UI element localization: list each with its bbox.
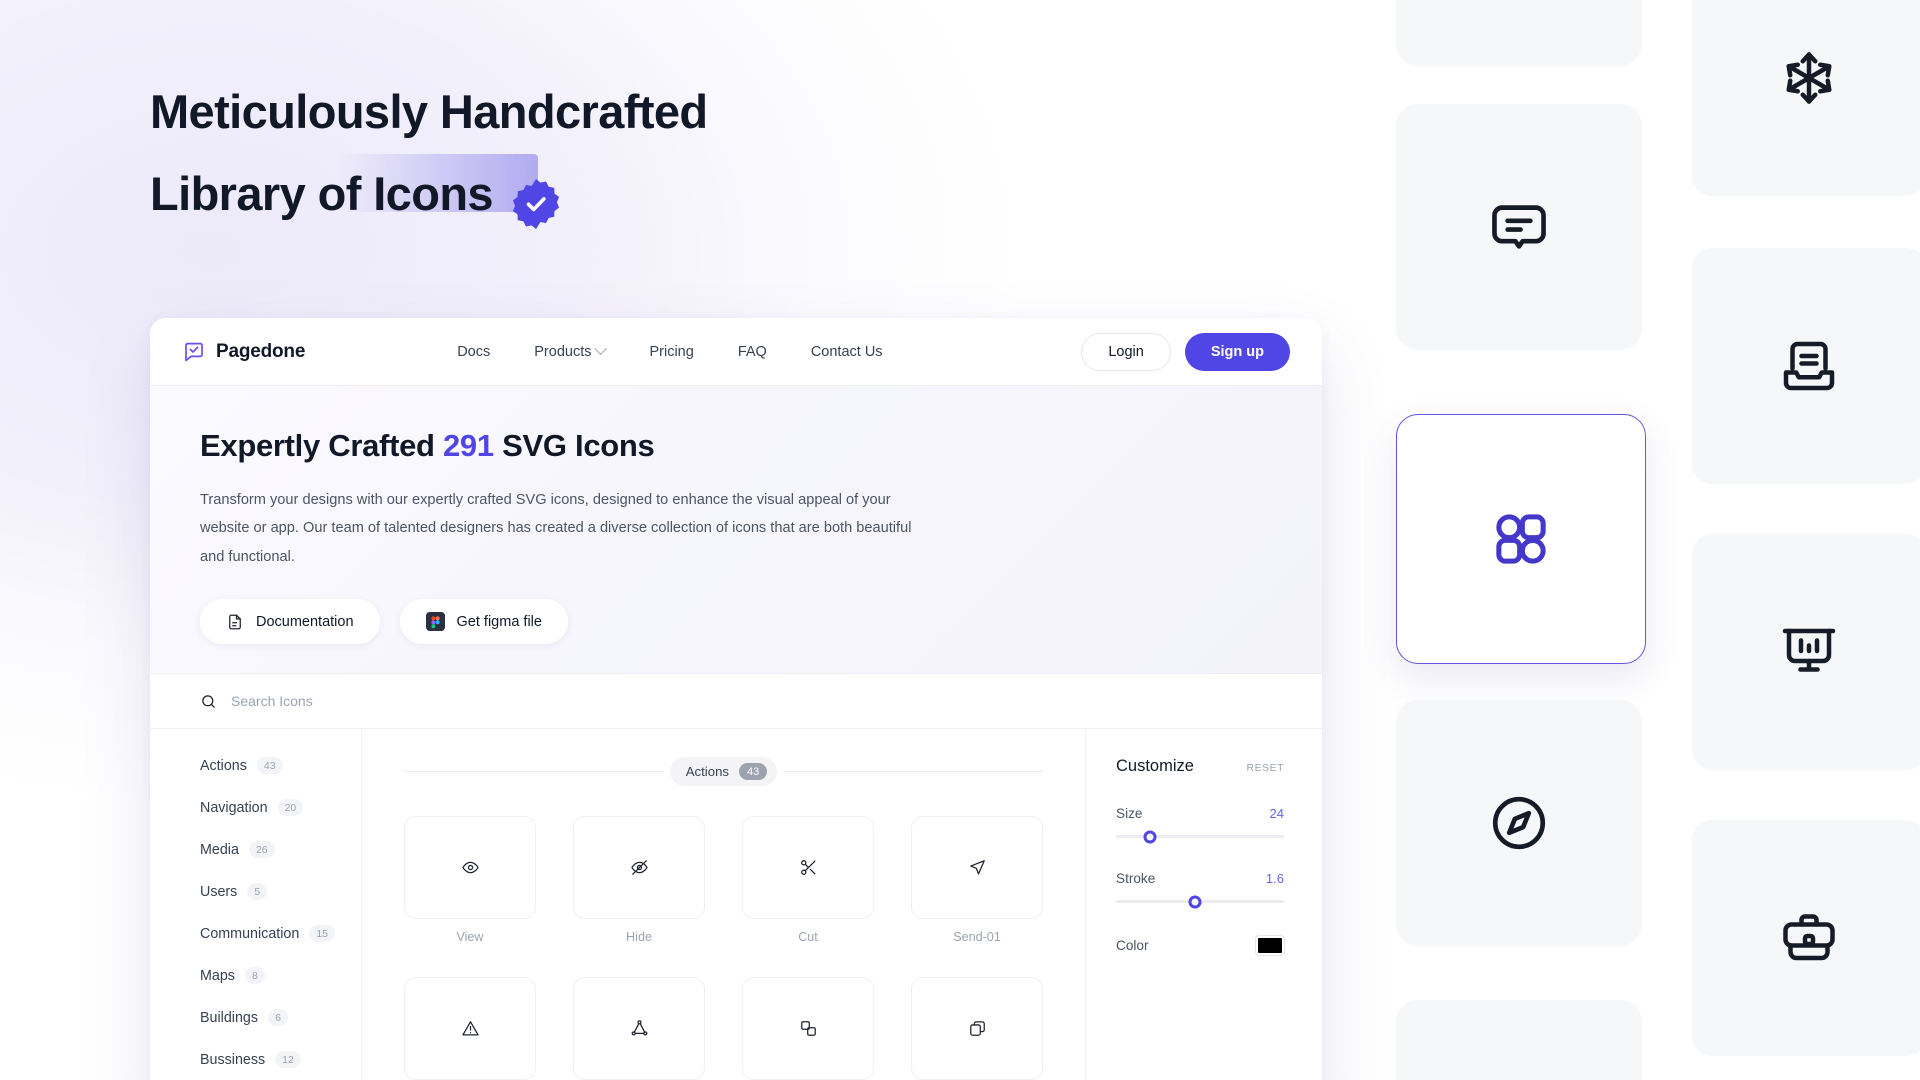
icon-grid-column: Actions 43 View Hide Cut Send-01 [362,729,1086,1080]
nav-link-pricing[interactable]: Pricing [649,344,693,360]
hero-line-1: Meticulously Handcrafted [150,85,708,138]
sidebar-item-maps[interactable]: Maps 8 [200,967,361,984]
showcase-card-message-chat[interactable] [1396,104,1642,350]
showcase-card-presentation-chart[interactable] [1692,534,1920,770]
icon-tile-view[interactable]: View [404,816,536,944]
size-value: 24 [1269,806,1284,821]
showcase-card-placeholder-top[interactable] [1396,0,1642,66]
get-figma-file-button[interactable]: Get figma file [399,599,568,645]
showcase-card-grid-apps-selected[interactable] [1396,414,1646,664]
icon-tile-hide[interactable]: Hide [573,816,705,944]
nav-link-contact-us[interactable]: Contact Us [811,344,883,360]
sidebar-item-navigation[interactable]: Navigation 20 [200,799,361,816]
nav-link-docs[interactable]: Docs [457,344,490,360]
sidebar-item-buildings[interactable]: Buildings 6 [200,1009,361,1026]
nav-actions: Login Sign up [1081,332,1290,371]
search-input[interactable] [231,693,671,709]
stroke-control-row: Stroke 1.6 [1116,871,1284,886]
page-root: Meticulously Handcrafted Library of Icon… [0,0,1920,1080]
brand-name: Pagedone [216,340,306,362]
section-header: Actions 43 [404,757,1043,786]
login-button[interactable]: Login [1081,332,1171,371]
alert-triangle-icon[interactable] [404,977,536,1080]
presentation-chart-icon [1779,622,1839,682]
customize-title: Customize [1116,757,1194,775]
showcase-card-compass[interactable] [1396,700,1642,946]
nav-link-products[interactable]: Products [534,342,608,360]
icon-tile-layers[interactable] [742,977,874,1080]
size-control-row: Size 24 [1116,806,1284,821]
navbar: Pagedone Docs Products Pricing FAQ Conta… [150,318,1322,386]
hero-line-2: Library of Icons [150,154,538,228]
showcase-card-snowflake[interactable] [1692,0,1920,196]
snowflake-icon [1779,48,1839,108]
showcase-card-briefcase[interactable] [1692,820,1920,1056]
message-chat-icon [1488,196,1550,258]
layers-icon[interactable] [742,977,874,1080]
divider-right [783,771,1043,772]
section-badge: Actions 43 [669,757,778,786]
pagedone-logo-icon [182,340,206,364]
icon-tile-send-01[interactable]: Send-01 [911,816,1043,944]
figma-icon [425,612,445,632]
send-plane-icon[interactable] [911,816,1043,919]
customize-panel: Customize RESET Size 24 Stroke 1.6 Color [1086,729,1322,1080]
size-slider-knob[interactable] [1143,830,1157,843]
verified-check-badge-icon [508,176,564,232]
inner-hero-title: Expertly Crafted 291 SVG Icons [200,428,655,463]
category-sidebar: Actions 43 Navigation 20 Media 26 Users 5 Co… [150,729,362,1080]
icon-tile-cut[interactable]: Cut [742,816,874,944]
grid-apps-icon [1489,507,1553,571]
hero-buttons: Documentation Get figma file [200,599,1272,645]
documentation-button[interactable]: Documentation [200,599,380,645]
sidebar-item-users[interactable]: Users 5 [200,883,361,900]
vector-node-icon[interactable] [573,977,705,1080]
divider-left [404,771,664,772]
brand[interactable]: Pagedone [182,340,305,364]
inbox-archive-icon [1779,336,1839,396]
stroke-slider-knob[interactable] [1188,895,1202,908]
inner-hero: Expertly Crafted 291 SVG Icons Transform… [150,386,1322,673]
search-bar [150,673,1322,729]
search-icon [200,693,217,710]
color-swatch[interactable] [1255,935,1285,956]
icon-tile-copy[interactable] [911,977,1043,1080]
showcase-card-placeholder-bottom[interactable] [1396,1000,1642,1080]
inner-hero-paragraph: Transform your designs with our expertly… [200,492,912,565]
icon-tile-alert[interactable] [404,977,536,1080]
signup-button[interactable]: Sign up [1184,332,1290,371]
stroke-value: 1.6 [1265,871,1284,886]
copy-icon[interactable] [911,977,1043,1080]
scissors-icon[interactable] [742,816,874,919]
color-control-row: Color [1116,935,1285,956]
icon-tile-vector[interactable] [573,977,705,1080]
document-icon [226,613,244,631]
eye-icon[interactable] [404,816,536,919]
icon-grid: View Hide Cut Send-01 [404,816,1043,1080]
sidebar-item-media[interactable]: Media 26 [200,841,361,858]
browser-window: Pagedone Docs Products Pricing FAQ Conta… [150,318,1322,1080]
customize-header: Customize RESET [1116,757,1284,776]
showcase-card-inbox-archive[interactable] [1692,248,1920,484]
nav-link-faq[interactable]: FAQ [738,344,767,360]
library-body: Actions 43 Navigation 20 Media 26 Users 5 Co… [150,729,1322,1080]
eye-off-icon[interactable] [573,816,705,919]
stroke-slider[interactable] [1116,895,1284,908]
sidebar-item-actions[interactable]: Actions 43 [200,757,361,774]
nav-links: Docs Products Pricing FAQ Contact Us [457,342,883,360]
chevron-down-icon [594,342,608,356]
briefcase-icon [1779,908,1839,968]
hero-heading: Meticulously Handcrafted Library of Icon… [150,78,770,228]
compass-icon [1488,792,1550,854]
sidebar-item-communication[interactable]: Communication 15 [200,925,361,942]
icon-count: 291 [442,428,494,463]
reset-button[interactable]: RESET [1246,762,1284,774]
sidebar-item-bussiness[interactable]: Bussiness 12 [200,1051,361,1068]
size-slider[interactable] [1116,830,1284,843]
